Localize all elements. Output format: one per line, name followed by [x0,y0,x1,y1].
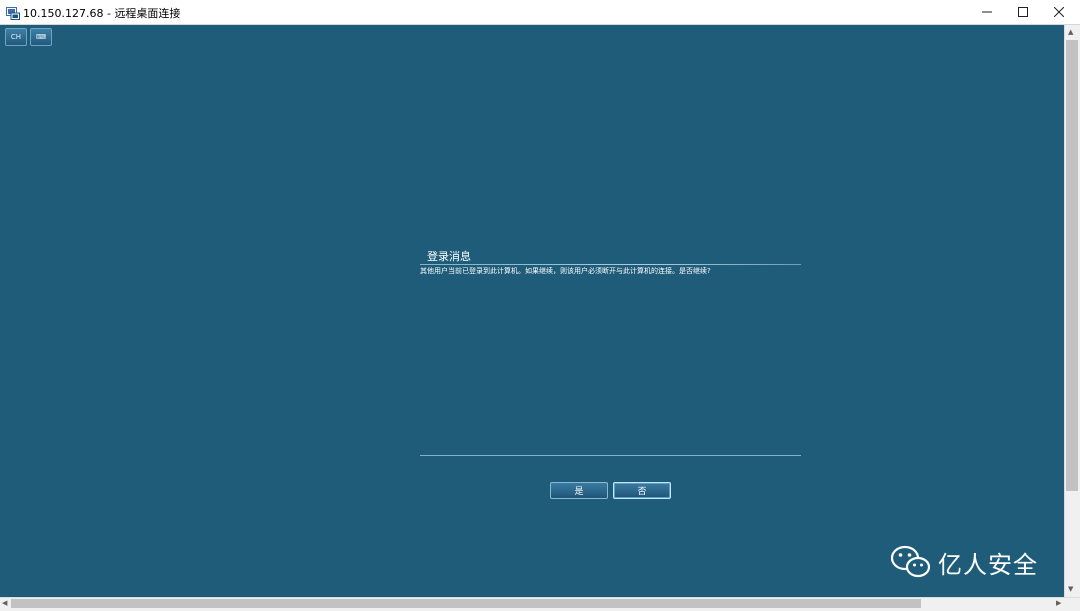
keyboard-icon: ⌨ [35,33,47,41]
no-button[interactable]: 否 [613,482,671,499]
yes-button[interactable]: 是 [550,482,608,499]
remote-desktop-icon [6,5,20,20]
scroll-left-arrow-icon[interactable]: ◀ [2,599,7,607]
yes-button-label: 是 [574,487,584,497]
remote-desktop-area[interactable] [0,25,1064,597]
language-label: CH [10,33,22,41]
dialog-divider-bottom [420,455,801,456]
wechat-icon [890,545,931,578]
minimize-icon [982,11,992,13]
dialog-divider-top [420,264,801,265]
close-icon [1054,7,1064,17]
watermark-text: 亿人安全 [938,550,1038,579]
maximize-icon [1018,7,1028,17]
vertical-scroll-thumb[interactable] [1066,40,1078,491]
scroll-right-arrow-icon[interactable]: ▶ [1056,599,1061,607]
close-button[interactable] [1036,0,1080,24]
scroll-up-arrow-icon[interactable]: ▲ [1068,28,1073,36]
no-button-label: 否 [637,487,647,497]
horizontal-scroll-thumb[interactable] [11,599,921,608]
window-title: 10.150.127.68 - 远程桌面连接 [23,7,181,20]
dialog-message: 其他用户当前已登录到此计算机。如果继续，则该用户必须断开与此计算机的连接。是否继… [420,267,711,275]
watermark: 亿人安全 [890,542,1038,582]
scroll-down-arrow-icon[interactable]: ▼ [1068,585,1073,593]
language-toggle-button[interactable]: CH [5,28,27,46]
keyboard-button[interactable]: ⌨ [30,28,52,46]
window-title-bar: 10.150.127.68 - 远程桌面连接 [0,0,1080,25]
dialog-title: 登录消息 [427,250,471,263]
